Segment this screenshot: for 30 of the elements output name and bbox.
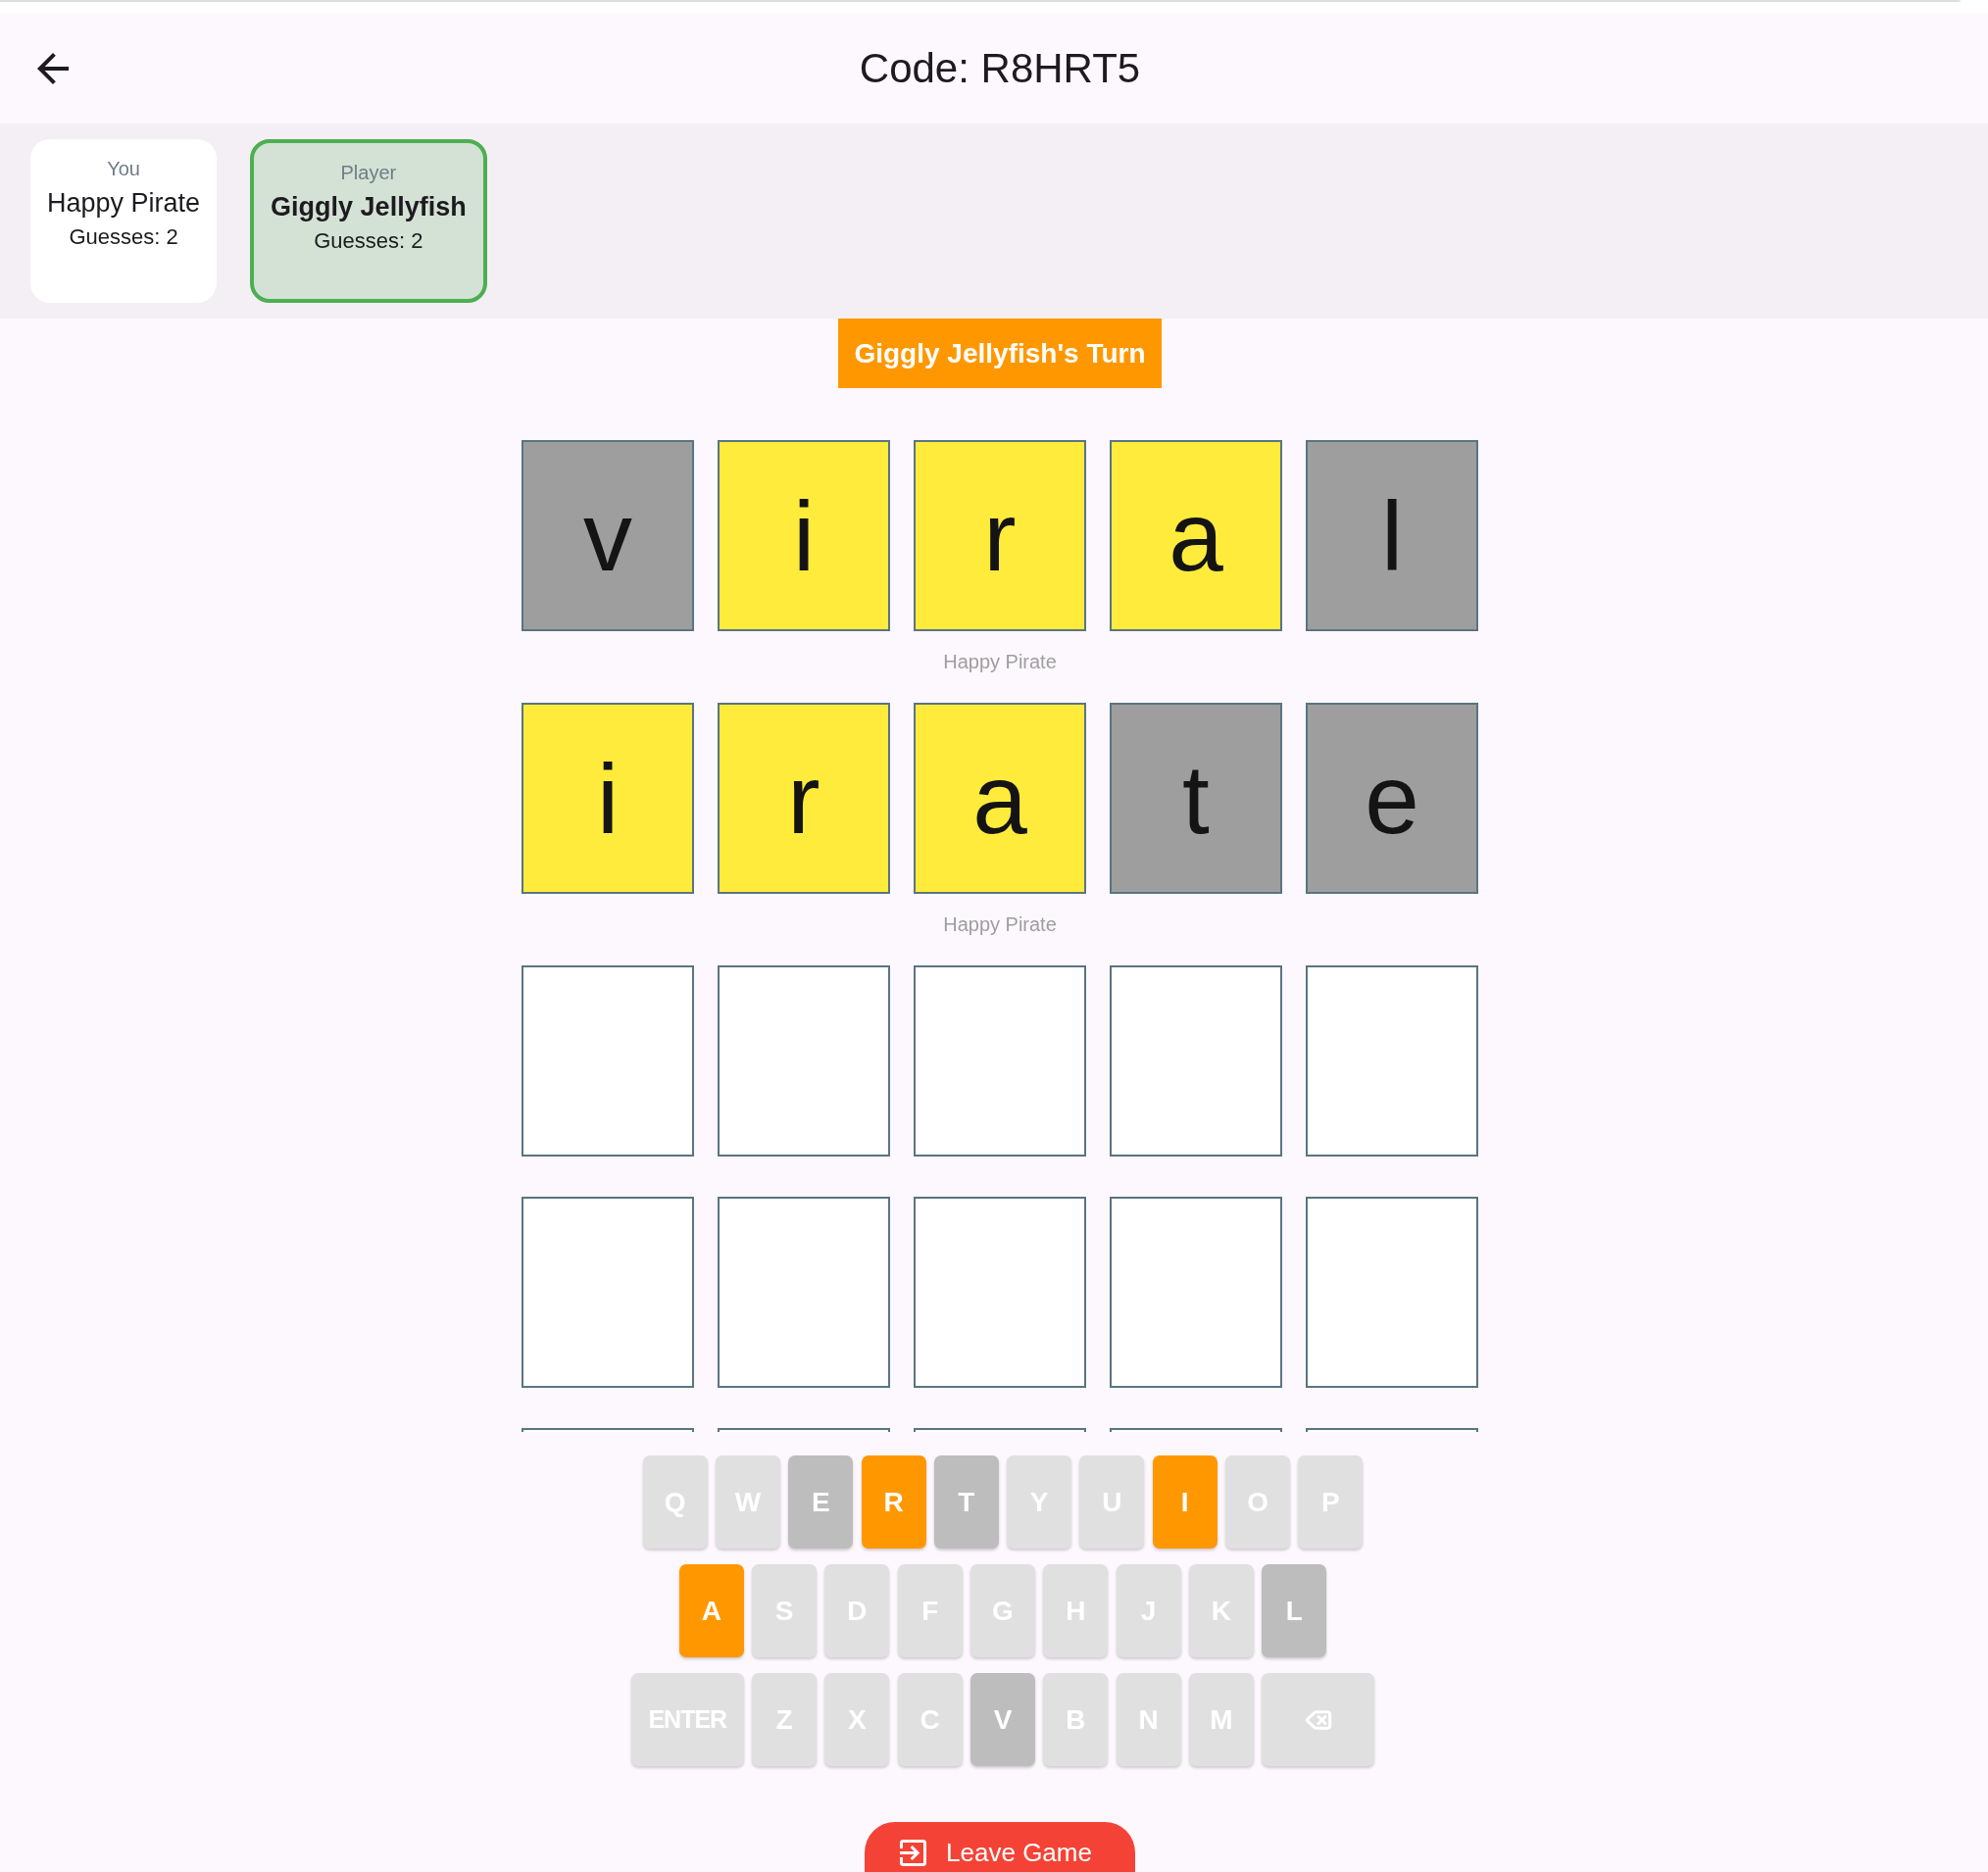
game-code-title: Code: R8HRT5: [859, 45, 1141, 92]
player-name: Happy Pirate: [47, 187, 201, 220]
keyboard-key[interactable]: E: [788, 1455, 854, 1549]
letter-tile: r: [718, 703, 890, 894]
keyboard-key[interactable]: I: [1152, 1455, 1218, 1549]
letter-tile: l: [1306, 440, 1478, 631]
keyboard-key[interactable]: R: [861, 1455, 926, 1549]
keyboard-key[interactable]: V: [970, 1673, 1035, 1766]
leave-game-button[interactable]: Leave Game: [865, 1822, 1135, 1872]
guess-count: Guesses: 2: [314, 227, 423, 255]
letter-tile: a: [1110, 440, 1282, 631]
letter-tile: a: [914, 703, 1086, 894]
letter-tile: t: [1110, 703, 1282, 894]
letter-tile: i: [522, 703, 694, 894]
back-icon[interactable]: [37, 53, 69, 84]
guess-count: Guesses: 2: [69, 223, 178, 251]
exit-icon: [900, 1840, 927, 1866]
guess-author-label: Happy Pirate: [943, 912, 1057, 936]
keyboard-key[interactable]: L: [1262, 1564, 1327, 1657]
letter-tile: e: [1306, 703, 1478, 894]
letter-tile: r: [914, 440, 1086, 631]
player-role-label: Player: [340, 161, 397, 184]
player-role-label: You: [107, 157, 140, 180]
player-name: Giggly Jellyfish: [271, 191, 467, 223]
keyboard-key[interactable]: T: [933, 1455, 999, 1549]
keyboard-key[interactable]: A: [678, 1564, 744, 1657]
turn-banner: Giggly Jellyfish's Turn: [838, 319, 1162, 388]
letter-tile: v: [522, 440, 694, 631]
letter-tile: i: [718, 440, 890, 631]
guess-author-label: Happy Pirate: [943, 650, 1057, 673]
